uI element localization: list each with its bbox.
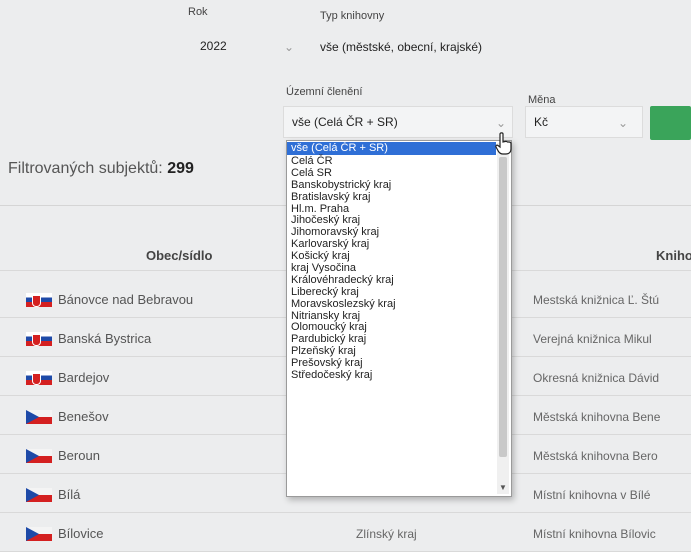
dropdown-option[interactable]: Jihočeský kraj	[287, 214, 511, 227]
typ-label: Typ knihovny	[320, 10, 385, 22]
dropdown-option[interactable]: Královéhradecký kraj	[287, 274, 511, 286]
scroll-down-icon[interactable]: ▼	[499, 483, 507, 492]
dropdown-option[interactable]: Plzeňský kraj	[287, 345, 511, 357]
table-row[interactable]: Bánovce nad Bebravou	[26, 292, 193, 307]
library-name[interactable]: Městská knihovna Bene	[533, 410, 691, 424]
czech-flag-icon	[26, 487, 52, 502]
dropdown-option[interactable]: Košický kraj	[287, 250, 511, 262]
city-name[interactable]: Bílovice	[58, 526, 104, 541]
table-row[interactable]: Banská Bystrica	[26, 331, 151, 346]
city-name[interactable]: Bardejov	[58, 370, 109, 385]
dropdown-option[interactable]: Jihomoravský kraj	[287, 226, 511, 238]
column-header-knihovna[interactable]: Kniho	[656, 248, 691, 263]
typ-value: vše (městské, obecní, krajské)	[320, 40, 483, 54]
row-divider	[0, 512, 691, 513]
filtered-count-value: 299	[167, 160, 194, 177]
uzemni-value: vše (Celá ČR + SR)	[292, 115, 398, 129]
table-row[interactable]: Bardejov	[26, 370, 109, 385]
mena-label: Měna	[528, 94, 556, 106]
filtered-count-label: Filtrovaných subjektů:	[8, 160, 163, 177]
dropdown-option[interactable]: Bratislavský kraj	[287, 191, 511, 203]
library-name[interactable]: Mestská knižnica Ľ. Štú	[533, 293, 691, 307]
czech-flag-icon	[26, 526, 52, 541]
slovakia-flag-icon	[26, 331, 52, 346]
czech-flag-icon	[26, 448, 52, 463]
table-row[interactable]: Bílá	[26, 487, 80, 502]
dropdown-option[interactable]: Karlovarský kraj	[287, 238, 511, 250]
column-header-obec[interactable]: Obec/sídlo	[146, 248, 212, 263]
dropdown-option[interactable]: Celá SR	[287, 167, 511, 179]
chevron-down-icon[interactable]: ⌄	[284, 40, 294, 54]
mena-value: Kč	[534, 115, 549, 129]
rok-value: 2022	[200, 39, 227, 53]
uzemni-label: Územní členění	[286, 86, 363, 98]
city-name[interactable]: Banská Bystrica	[58, 331, 151, 346]
dropdown-option[interactable]: Středočeský kraj	[287, 369, 511, 381]
chevron-down-icon[interactable]: ⌄	[618, 116, 628, 130]
dropdown-option[interactable]: kraj Vysočina	[287, 262, 511, 274]
chevron-down-icon[interactable]: ⌄	[496, 116, 506, 130]
dropdown-option[interactable]: Nitriansky kraj	[287, 310, 511, 322]
slovakia-flag-icon	[26, 292, 52, 307]
table-row[interactable]: Benešov	[26, 409, 109, 424]
city-name[interactable]: Bílá	[58, 487, 80, 502]
dropdown-option[interactable]: Prešovský kraj	[287, 357, 511, 369]
slovakia-flag-icon	[26, 370, 52, 385]
library-name[interactable]: Verejná knižnica Mikul	[533, 332, 691, 346]
dropdown-option[interactable]: Liberecký kraj	[287, 286, 511, 298]
table-row[interactable]: Bílovice	[26, 526, 104, 541]
uzemni-select[interactable]: vše (Celá ČR + SR)	[283, 106, 513, 138]
region-cell: Zlínský kraj	[356, 527, 417, 541]
dropdown-option[interactable]: Olomoucký kraj	[287, 321, 511, 334]
rok-label: Rok	[188, 6, 208, 18]
dropdown-option[interactable]: Moravskoslezský kraj	[287, 298, 511, 310]
library-name[interactable]: Místní knihovna Bílovic	[533, 527, 691, 541]
hand-pointer-icon	[495, 132, 512, 155]
typ-select[interactable]: vše (městské, obecní, krajské)	[312, 32, 691, 62]
dropdown-option[interactable]: Hl.m. Praha	[287, 203, 511, 215]
city-name[interactable]: Beroun	[58, 448, 100, 463]
library-name[interactable]: Okresná knižnica Dávid	[533, 371, 691, 385]
apply-filter-button[interactable]	[650, 106, 691, 140]
city-name[interactable]: Bánovce nad Bebravou	[58, 292, 193, 307]
library-name[interactable]: Městská knihovna Bero	[533, 449, 691, 463]
scroll-thumb[interactable]	[499, 157, 507, 457]
city-name[interactable]: Benešov	[58, 409, 109, 424]
czech-flag-icon	[26, 409, 52, 424]
table-row[interactable]: Beroun	[26, 448, 100, 463]
dropdown-option[interactable]: Celá ČR	[287, 155, 511, 167]
library-name[interactable]: Místní knihovna v Bílé	[533, 488, 691, 502]
dropdown-option[interactable]: Pardubický kraj	[287, 333, 511, 345]
dropdown-scrollbar[interactable]: ▲ ▼	[497, 143, 509, 494]
filtered-count: Filtrovaných subjektů: 299	[8, 160, 194, 178]
dropdown-option[interactable]: vše (Celá ČR + SR)	[287, 142, 496, 155]
uzemni-dropdown-list[interactable]: vše (Celá ČR + SR) Celá ČR Celá SR Banskoby…	[286, 140, 512, 497]
dropdown-option[interactable]: Banskobystrický kraj	[287, 179, 511, 191]
